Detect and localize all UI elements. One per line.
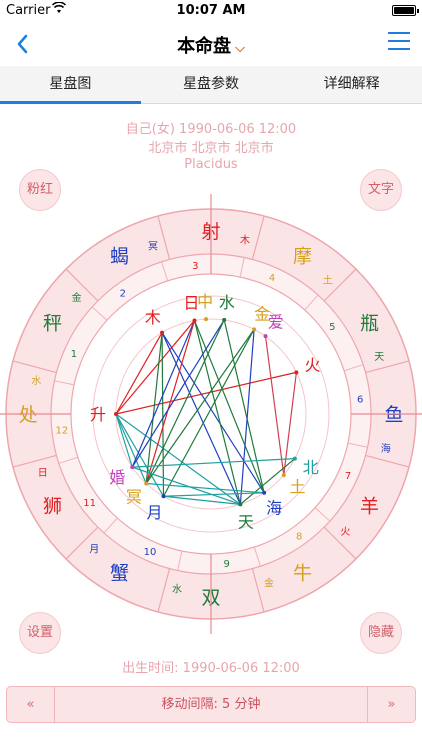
pink-red-button[interactable]: 粉红 [19,169,61,211]
planet-label: 中 [197,292,213,311]
planet-dot [144,481,149,486]
planet-dot [263,334,268,339]
zodiac-sign-label: 蝎 [110,246,129,268]
planet-label: 月 [146,503,162,522]
chevron-down-icon: ⌵ [235,41,245,56]
battery-icon [392,5,419,16]
zodiac-sign-label: 狮 [43,496,62,518]
planet-dot [222,317,227,322]
tab-chart[interactable]: 星盘图 [0,66,141,104]
zodiac-sign-label: 羊 [360,496,379,518]
planet-ring [70,273,352,555]
sign-ruler-label: 土 [323,274,333,287]
status-bar: Carrier 10:07 AM [0,0,422,22]
house-number-label: 9 [223,559,229,570]
step-interval-label: 移动间隔: 5 分钟 [161,697,261,712]
planet-dot [161,494,166,499]
planet-dot [281,473,286,478]
planet-label: 水 [219,293,235,312]
sign-ruler-label: 月 [89,543,99,555]
chart-type-dropdown[interactable]: 本命盘 ⌵ [0,32,422,58]
sign-ruler-label: 火 [340,526,350,538]
zodiac-sign-label: 瓶 [360,313,379,335]
planet-dot [294,370,299,375]
planet-label: 土 [290,478,306,497]
segmented-tabs: 星盘图 星盘参数 详细解释 [0,66,422,104]
sign-ruler-label: 海 [381,442,391,455]
sign-ruler-label: 金 [264,576,274,589]
house-number-label: 1 [71,349,77,360]
tab-explanation[interactable]: 详细解释 [281,66,422,103]
sign-ruler-label: 冥 [148,241,158,253]
time-stepper: « 移动间隔: 5 分钟 » [6,686,416,723]
house-number-label: 8 [296,531,302,542]
planet-dot [262,490,267,495]
planet-label: 冥 [126,488,142,507]
zodiac-sign-label: 蟹 [110,562,129,584]
tab-parameters[interactable]: 星盘参数 [141,66,282,103]
house-number-label: 4 [269,273,275,284]
planet-label: 北 [303,458,319,477]
house-number-label: 2 [120,289,126,300]
sign-ruler-label: 金 [72,291,82,304]
planet-label: 升 [90,405,106,424]
location-line: 北京市 北京市 北京市 [148,141,274,156]
page-title: 本命盘 [177,36,232,57]
planet-dot [160,330,165,335]
zodiac-sign-label: 鱼 [384,404,403,426]
sign-ruler-label: 水 [172,584,182,596]
settings-button[interactable]: 设置 [19,612,61,654]
zodiac-sign-label: 处 [18,404,37,426]
planet-dot [130,465,135,470]
navigation-bar: 本命盘 ⌵ [0,22,422,66]
house-number-label: 10 [144,547,157,558]
zodiac-sign-label: 秤 [43,313,62,335]
house-number-label: 11 [83,498,96,509]
text-button[interactable]: 文字 [360,169,402,211]
planet-dot [204,317,209,322]
menu-icon[interactable] [388,32,410,50]
natal-chart-wheel[interactable]: 鱼海6瓶天5摩土4射 木3蝎 冥2秤金1处水12狮日11蟹月 10双水9 牛金8羊火7 … [0,180,422,640]
zodiac-sign-label: 牛 [293,562,312,584]
house-number-label: 3 [192,261,198,272]
planet-dot [238,502,243,507]
planet-dot [252,327,257,332]
house-number-label: 12 [55,426,68,437]
planet-dot [114,412,118,416]
house-number-label: 6 [357,394,363,405]
hide-button[interactable]: 隐藏 [360,612,402,654]
house-number-label: 7 [345,471,351,482]
planet-label: 海 [266,499,282,518]
sign-ruler-label: 水 [31,375,41,387]
profile-line: 自己(女) 1990-06-06 12:00 [125,122,297,137]
house-number-label: 5 [329,322,335,333]
birth-time-label: 出生时间: 1990-06-06 12:00 [122,661,300,676]
zodiac-sign-label: 摩 [293,246,312,268]
house-system-label: Placidus [184,157,238,172]
sign-ruler-label: 日 [38,468,48,479]
planet-label: 木 [145,308,161,327]
planet-dot [192,318,197,323]
sign-ruler-label: 天 [374,352,384,363]
sign-ruler-label: 木 [240,234,250,246]
planet-label: 火 [305,355,321,374]
planet-label: 天 [238,512,254,531]
clock: 10:07 AM [176,3,246,18]
step-back-button[interactable]: « [7,687,55,722]
step-forward-button[interactable]: » [367,687,415,722]
planet-dot [292,456,297,461]
planet-label: 婚 [109,468,125,487]
planet-label: 爱 [268,312,284,331]
